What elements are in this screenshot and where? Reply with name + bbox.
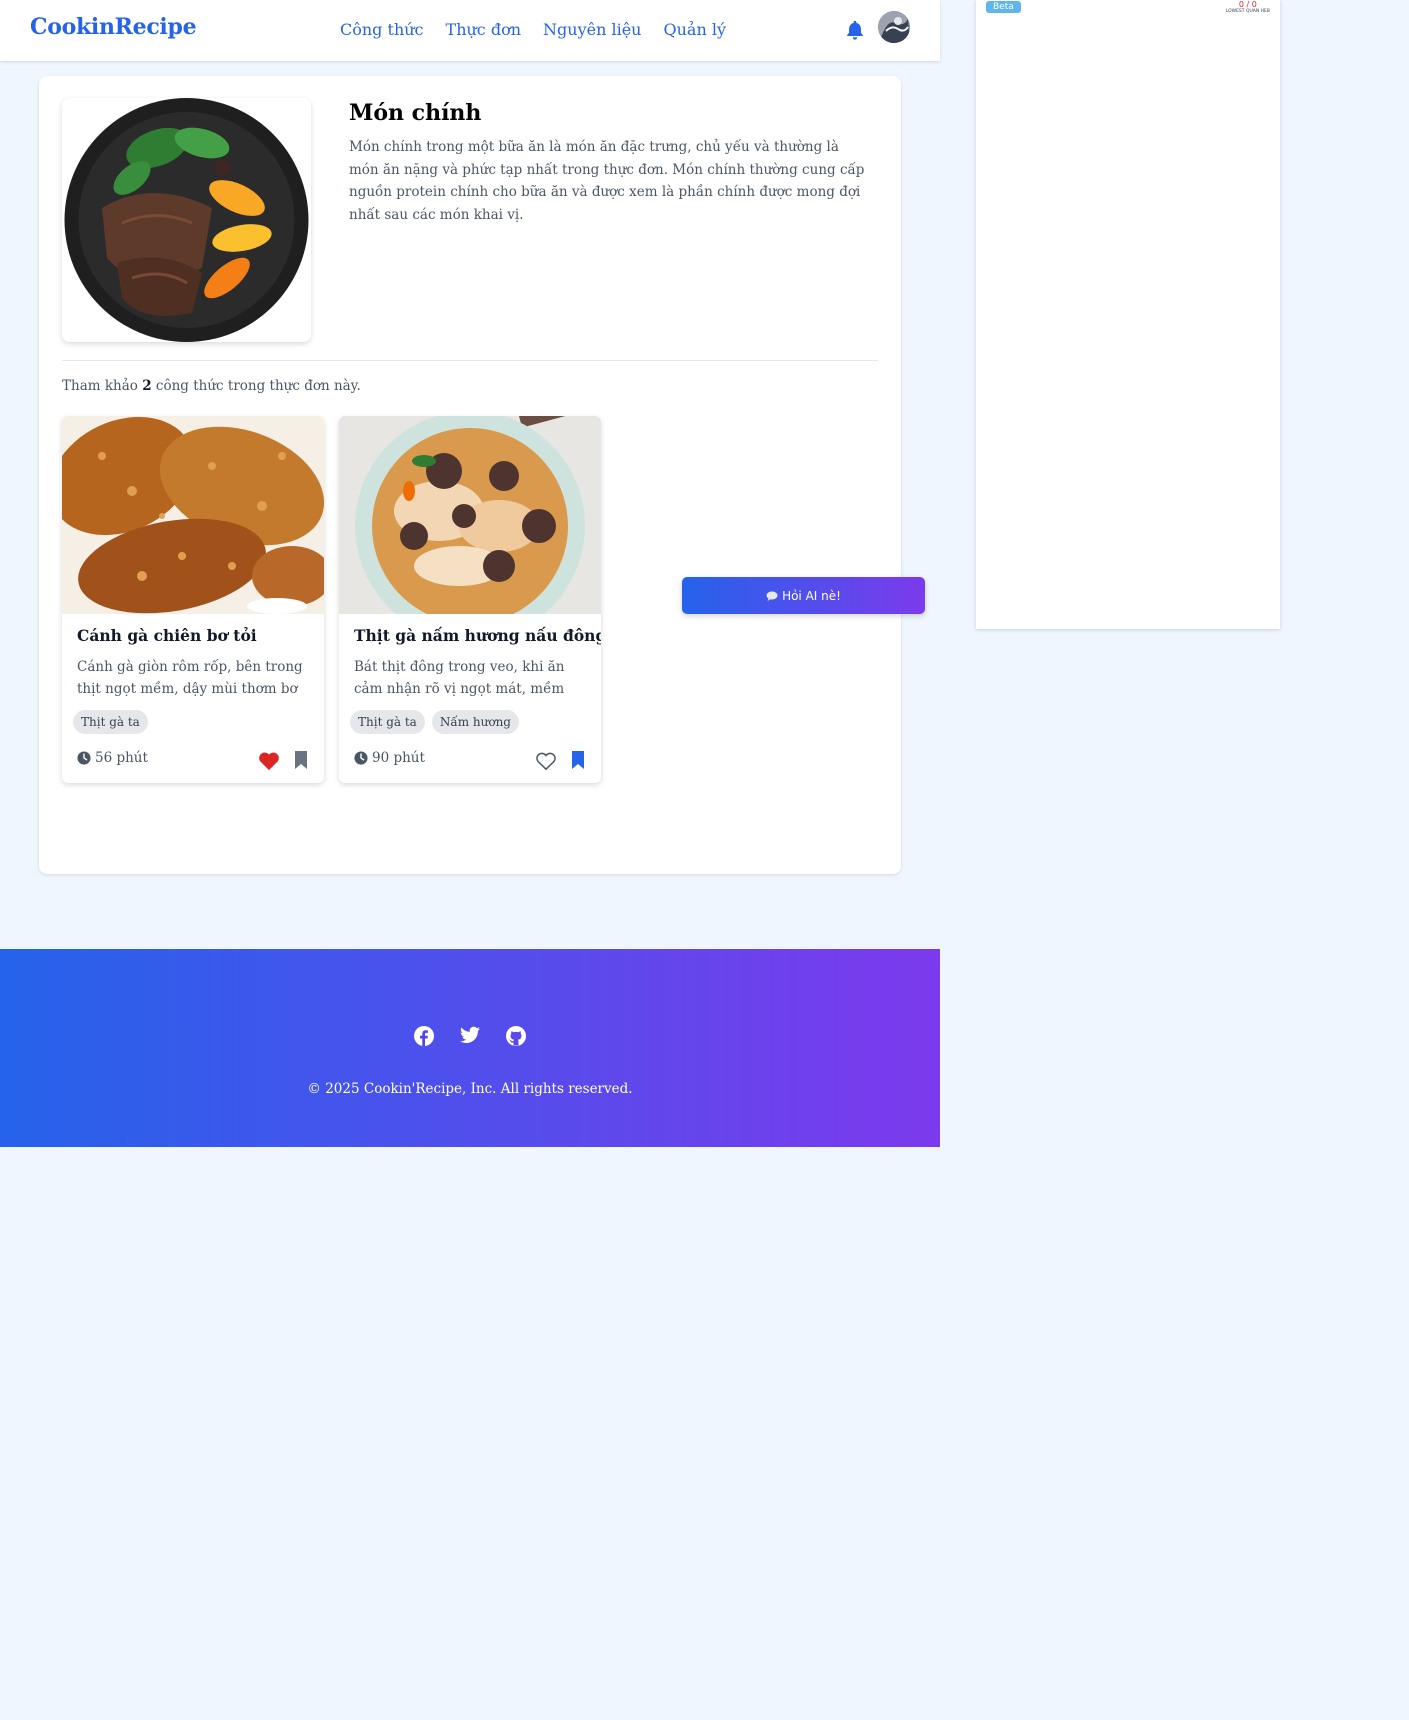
cook-time: 56 phút: [77, 750, 148, 766]
heart-filled-icon[interactable]: [258, 751, 280, 771]
summary-suffix: công thức trong thực đơn này.: [155, 378, 361, 394]
counter-value: 0 / 0: [1238, 0, 1257, 9]
divider: [62, 360, 878, 361]
bookmark-icon[interactable]: [294, 751, 308, 769]
recipe-photo-chicken-mushroom: [339, 416, 601, 614]
counter-label: LOWEST QUAN HEB: [1225, 9, 1270, 14]
brand-logo[interactable]: CookinRecipe: [30, 14, 197, 40]
footer: © 2025 Cookin'Recipe, Inc. All rights re…: [0, 949, 940, 1147]
nav-link-menus[interactable]: Thực đơn: [446, 20, 522, 39]
navbar: CookinRecipe Công thức Thực đơn Nguyên l…: [0, 0, 940, 61]
recipe-card[interactable]: Thịt gà nấm hương nấu đông Bát thịt đông…: [339, 416, 601, 783]
bookmark-filled-icon[interactable]: [571, 751, 585, 769]
recipe-tags: Thịt gà ta Nấm hương: [350, 710, 519, 734]
recipe-tag[interactable]: Thịt gà ta: [73, 710, 148, 734]
recipe-tag[interactable]: Nấm hương: [431, 710, 519, 734]
mini-counter: 0 / 0 LOWEST QUAN HEB: [1226, 0, 1270, 15]
menu-detail-card: Món chính Món chính trong một bữa ăn là …: [39, 76, 901, 874]
ask-ai-label: Hỏi AI nè!: [782, 588, 841, 603]
nav-link-manage[interactable]: Quản lý: [663, 20, 726, 39]
recipe-count: 2: [142, 378, 152, 394]
clock-icon: [354, 751, 368, 765]
clock-icon: [77, 751, 91, 765]
twitter-icon[interactable]: [460, 1026, 480, 1046]
recipe-description: Cánh gà giòn rôm rốp, bên trong thịt ngọ…: [77, 659, 303, 697]
category-image: [62, 98, 311, 342]
side-ad-panel: Beta 0 / 0 LOWEST QUAN HEB: [976, 0, 1280, 629]
recipe-photo-chicken-wings: [62, 416, 324, 614]
main-nav: Công thức Thực đơn Nguyên liệu Quản lý: [340, 20, 726, 39]
category-title: Món chính: [349, 100, 482, 126]
category-description: Món chính trong một bữa ăn là món ăn đặc…: [349, 139, 865, 223]
recipe-count-summary: Tham khảo 2 công thức trong thực đơn này…: [62, 378, 361, 394]
nav-link-ingredients[interactable]: Nguyên liệu: [543, 20, 641, 39]
nav-link-recipes[interactable]: Công thức: [340, 20, 424, 39]
cook-time-value: 90 phút: [372, 750, 425, 766]
user-avatar[interactable]: [878, 11, 910, 43]
cook-time-value: 56 phút: [95, 750, 148, 766]
cook-time: 90 phút: [354, 750, 425, 766]
beta-badge: Beta: [986, 1, 1021, 13]
bell-icon[interactable]: [844, 18, 866, 42]
github-icon[interactable]: [506, 1026, 526, 1046]
recipe-description: Bát thịt đông trong veo, khi ăn cảm nhận…: [354, 659, 565, 697]
speech-bubble-icon: [766, 591, 778, 601]
facebook-icon[interactable]: [414, 1026, 434, 1046]
heart-outline-icon[interactable]: [535, 751, 557, 771]
ask-ai-button[interactable]: Hỏi AI nè!: [682, 577, 925, 614]
recipe-tags: Thịt gà ta: [73, 710, 148, 734]
recipe-title[interactable]: Cánh gà chiên bơ tỏi: [77, 626, 257, 645]
recipe-tag[interactable]: Thịt gà ta: [350, 710, 425, 734]
summary-prefix: Tham khảo: [62, 378, 138, 394]
recipe-card[interactable]: Cánh gà chiên bơ tỏi Cánh gà giòn rôm rố…: [62, 416, 324, 783]
copyright-text: © 2025 Cookin'Recipe, Inc. All rights re…: [307, 1081, 633, 1097]
social-links: [414, 1026, 526, 1046]
recipe-title[interactable]: Thịt gà nấm hương nấu đông: [354, 626, 601, 645]
